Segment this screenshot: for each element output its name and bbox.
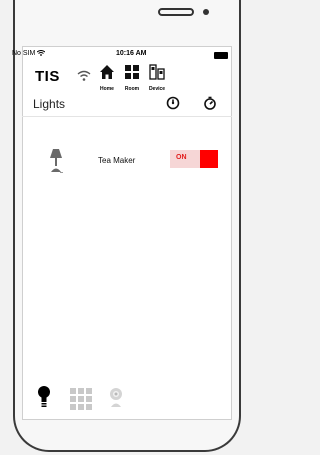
grid-icon xyxy=(125,65,139,79)
device-row: Tea Maker ON xyxy=(44,145,224,177)
nav-home[interactable]: Home xyxy=(95,64,119,92)
webcam-icon[interactable] xyxy=(109,387,123,409)
toggle-knob xyxy=(200,150,218,168)
nav-room[interactable]: Room xyxy=(120,64,144,92)
timer-icon[interactable] xyxy=(203,96,217,110)
wifi-status-icon xyxy=(36,50,46,57)
status-bar: No SIM 10:16 AM xyxy=(12,50,234,62)
speaker-slot xyxy=(158,8,194,16)
nav-device[interactable]: Device xyxy=(145,64,169,92)
app-header: TIS Home Room Device xyxy=(22,62,232,102)
phone-top xyxy=(13,0,241,30)
header-divider xyxy=(22,116,232,117)
front-camera xyxy=(203,9,209,15)
nav-home-label: Home xyxy=(100,86,114,92)
carrier-label: No SIM xyxy=(12,50,36,57)
status-time: 10:16 AM xyxy=(116,50,147,57)
home-icon xyxy=(100,65,114,79)
toggle-state-label: ON xyxy=(176,154,187,161)
tis-logo: TIS xyxy=(35,68,60,85)
device-icon xyxy=(149,64,165,80)
battery-icon xyxy=(214,52,228,59)
grid-tab-icon[interactable] xyxy=(70,388,92,410)
page-title: Lights xyxy=(33,97,66,111)
carrier-status: No SIM xyxy=(12,50,46,57)
wifi-icon xyxy=(77,70,91,81)
power-toggle[interactable]: ON xyxy=(170,150,218,168)
nav-room-label: Room xyxy=(124,86,140,92)
nav-device-label: Device xyxy=(148,86,166,92)
gauge-icon[interactable] xyxy=(166,96,180,110)
bottom-tab-bar xyxy=(22,385,232,415)
device-name: Tea Maker xyxy=(98,156,136,165)
lamp-icon xyxy=(50,149,63,173)
bulb-icon[interactable] xyxy=(37,385,51,409)
